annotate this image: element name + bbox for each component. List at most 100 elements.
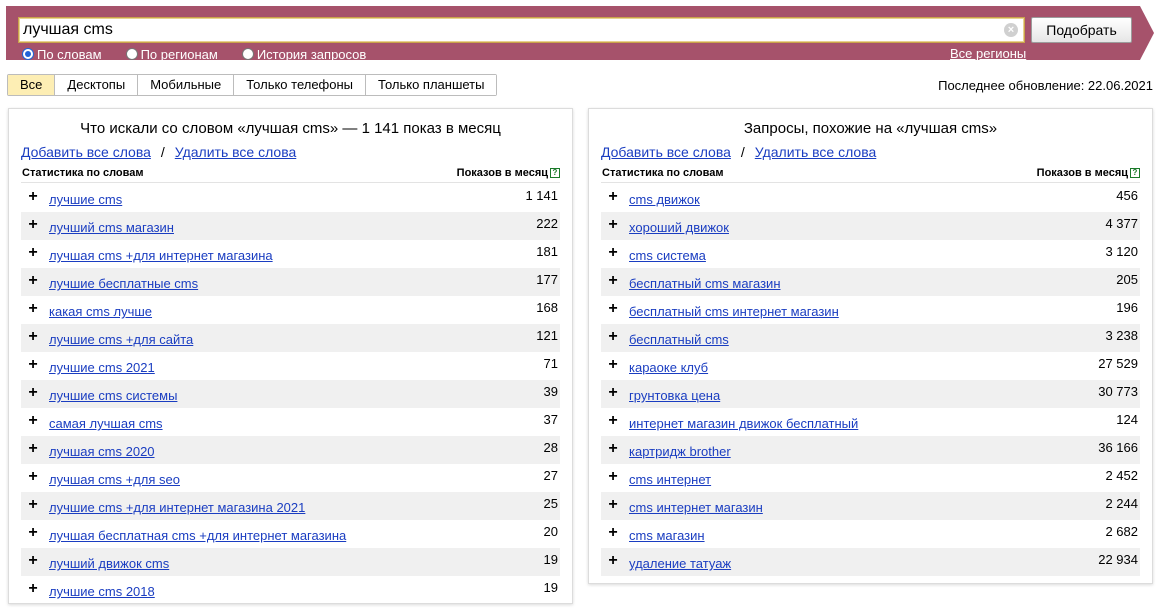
keyword-link[interactable]: интернет магазин движок бесплатный <box>629 416 858 431</box>
keyword-link[interactable]: бесплатный cms <box>629 332 729 347</box>
keyword-link[interactable]: лучшая cms +для интернет магазина <box>49 248 273 263</box>
clear-icon[interactable]: × <box>1004 23 1018 37</box>
plus-icon[interactable]: + <box>27 413 39 429</box>
plus-icon[interactable]: + <box>27 525 39 541</box>
radio-checked-icon[interactable] <box>22 48 34 60</box>
keyword-link[interactable]: cms интернет <box>629 472 711 487</box>
keyword-link[interactable]: лучшие cms 2021 <box>49 360 155 375</box>
table-row: + бесплатный cms 3 238 <box>601 324 1140 352</box>
keyword-link[interactable]: лучшая бесплатная cms +для интернет мага… <box>49 528 346 543</box>
mode-by-words[interactable]: По словам <box>22 46 102 62</box>
keyword-link[interactable]: лучшая cms +для seo <box>49 472 180 487</box>
keyword-link[interactable]: какая cms лучше <box>49 304 152 319</box>
help-icon[interactable]: ? <box>1130 168 1140 178</box>
plus-icon[interactable]: + <box>27 497 39 513</box>
mode-by-regions[interactable]: По регионам <box>125 46 218 62</box>
tab-mobile[interactable]: Мобильные <box>138 75 235 95</box>
keyword-link[interactable]: хороший движок <box>629 220 729 235</box>
tab-tablets[interactable]: Только планшеты <box>366 75 497 95</box>
keyword-link[interactable]: cms движок <box>629 192 700 207</box>
plus-icon[interactable]: + <box>27 385 39 401</box>
impressions-count: 196 <box>1116 300 1138 315</box>
tab-phones[interactable]: Только телефоны <box>234 75 367 95</box>
impressions-count: 19 <box>543 552 558 567</box>
table-row: + хороший движок 4 377 <box>601 212 1140 240</box>
plus-icon[interactable]: + <box>27 189 39 205</box>
panel-actions: Добавить все слова / Удалить все слова <box>21 144 296 160</box>
keyword-link[interactable]: караоке клуб <box>629 360 708 375</box>
plus-icon[interactable]: + <box>27 301 39 317</box>
keyword-link[interactable]: лучшие cms +для сайта <box>49 332 193 347</box>
keyword-link[interactable]: cms магазин <box>629 528 705 543</box>
plus-icon[interactable]: + <box>27 329 39 345</box>
impressions-count: 168 <box>536 300 558 315</box>
table-row: + лучший движок cms 19 <box>21 548 560 576</box>
plus-icon[interactable]: + <box>607 217 619 233</box>
plus-icon[interactable]: + <box>27 469 39 485</box>
plus-icon[interactable]: + <box>607 385 619 401</box>
plus-icon[interactable]: + <box>27 441 39 457</box>
plus-icon[interactable]: + <box>607 273 619 289</box>
search-input[interactable] <box>23 20 993 40</box>
device-tabs: Все Десктопы Мобильные Только телефоны Т… <box>7 74 498 96</box>
similar-queries-panel: Запросы, похожие на «лучшая cms» Добавит… <box>588 108 1153 584</box>
keyword-link[interactable]: бесплатный cms интернет магазин <box>629 304 839 319</box>
plus-icon[interactable]: + <box>27 357 39 373</box>
radio-icon[interactable] <box>241 48 254 60</box>
keyword-link[interactable]: удаление татуаж <box>629 556 731 571</box>
search-field[interactable]: × <box>18 17 1025 43</box>
impressions-count: 3 120 <box>1105 244 1138 259</box>
mode-history[interactable]: История запросов <box>241 46 366 62</box>
plus-icon[interactable]: + <box>607 357 619 373</box>
plus-icon[interactable]: + <box>607 189 619 205</box>
keyword-link[interactable]: бесплатный cms магазин <box>629 276 781 291</box>
add-all-words-link[interactable]: Добавить все слова <box>21 144 151 160</box>
keyword-link[interactable]: cms интернет магазин <box>629 500 763 515</box>
keyword-link[interactable]: самая лучшая cms <box>49 416 163 431</box>
keyword-link[interactable]: лучшие cms <box>49 192 122 207</box>
keyword-link[interactable]: лучшая cms 2020 <box>49 444 155 459</box>
plus-icon[interactable]: + <box>27 245 39 261</box>
plus-icon[interactable]: + <box>607 329 619 345</box>
plus-icon[interactable]: + <box>607 497 619 513</box>
tab-all[interactable]: Все <box>8 75 56 95</box>
keyword-link[interactable]: грунтовка цена <box>629 388 720 403</box>
column-header-count-label: Показов в месяц <box>456 167 548 179</box>
remove-all-words-link[interactable]: Удалить все слова <box>175 144 296 160</box>
tab-desktops[interactable]: Десктопы <box>55 75 139 95</box>
help-icon[interactable]: ? <box>550 168 560 178</box>
impressions-count: 222 <box>536 216 558 231</box>
add-all-words-link[interactable]: Добавить все слова <box>601 144 731 160</box>
table-row: + лучший cms магазин 222 <box>21 212 560 240</box>
remove-all-words-link[interactable]: Удалить все слова <box>755 144 876 160</box>
search-header: × Подобрать По словам По регионам Истори… <box>6 6 1140 62</box>
plus-icon[interactable]: + <box>607 553 619 569</box>
all-regions-link[interactable]: Все регионы <box>950 46 1026 61</box>
plus-icon[interactable]: + <box>607 525 619 541</box>
impressions-count: 1 141 <box>525 188 558 203</box>
keyword-link[interactable]: лучший cms магазин <box>49 220 174 235</box>
plus-icon[interactable]: + <box>607 441 619 457</box>
keyword-link[interactable]: картридж brother <box>629 444 731 459</box>
separator: / <box>160 144 165 160</box>
header-divider <box>601 182 1140 183</box>
radio-icon[interactable] <box>125 48 138 60</box>
keyword-link[interactable]: лучшие cms +для интернет магазина 2021 <box>49 500 305 515</box>
plus-icon[interactable]: + <box>27 581 39 597</box>
submit-button[interactable]: Подобрать <box>1031 17 1132 43</box>
plus-icon[interactable]: + <box>27 273 39 289</box>
impressions-count: 39 <box>543 384 558 399</box>
keyword-link[interactable]: лучшие cms системы <box>49 388 177 403</box>
plus-icon[interactable]: + <box>607 301 619 317</box>
plus-icon[interactable]: + <box>607 469 619 485</box>
keyword-link[interactable]: лучший движок cms <box>49 556 169 571</box>
impressions-count: 28 <box>543 440 558 455</box>
keyword-link[interactable]: лучшие cms 2018 <box>49 584 155 599</box>
plus-icon[interactable]: + <box>27 217 39 233</box>
mode-label: По словам <box>37 46 102 62</box>
plus-icon[interactable]: + <box>27 553 39 569</box>
keyword-link[interactable]: cms система <box>629 248 706 263</box>
plus-icon[interactable]: + <box>607 413 619 429</box>
plus-icon[interactable]: + <box>607 245 619 261</box>
keyword-link[interactable]: лучшие бесплатные cms <box>49 276 198 291</box>
